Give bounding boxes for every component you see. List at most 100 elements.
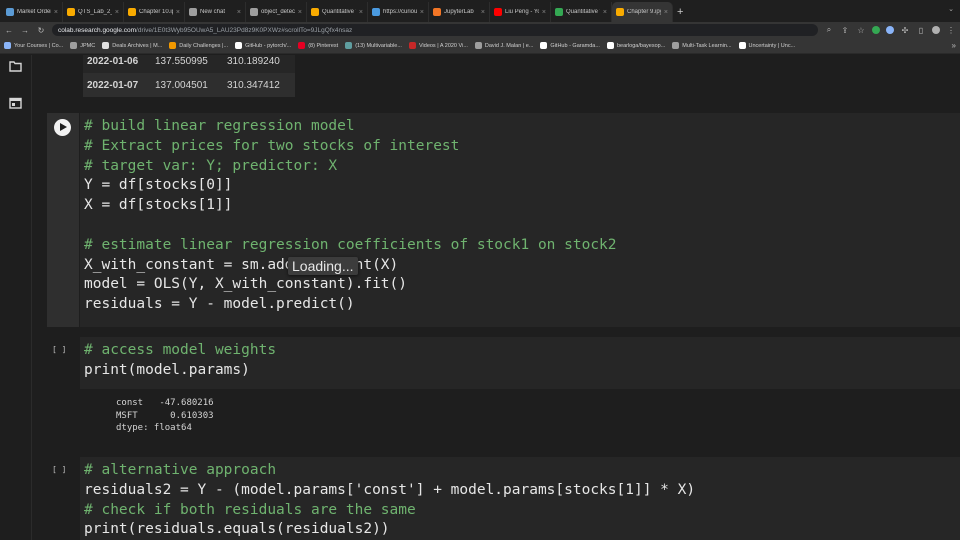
bookmark-item[interactable]: GitHub - Garamda...: [540, 42, 600, 49]
browser-tab[interactable]: Quantitative trad×: [551, 2, 612, 22]
tab-close-icon[interactable]: ×: [115, 9, 119, 16]
browser-tab[interactable]: New chat ×: [185, 2, 246, 22]
bookmark-favicon-icon: [738, 42, 746, 49]
cell-run-prompt[interactable]: [ ]: [52, 345, 66, 354]
bookmark-item[interactable]: Uncertainty | Unc...: [738, 42, 795, 49]
more-bookmarks-icon[interactable]: »: [952, 41, 956, 50]
tab-close-icon[interactable]: ×: [603, 9, 607, 16]
code-comment-line: # estimate linear regression coefficient…: [84, 236, 617, 253]
extensions-puzzle-icon[interactable]: ✣: [900, 26, 910, 35]
share-icon[interactable]: ⇪: [840, 26, 850, 35]
bookmark-label: GitHub - pytorch/...: [245, 42, 292, 49]
cell-output: const -47.680216 MSFT 0.610303 dtype: fl…: [116, 398, 214, 433]
table-row: 2022-01-07 137.004501 310.347412: [83, 73, 295, 97]
zoom-icon[interactable]: ⌕: [824, 25, 834, 35]
tab-favicon-icon: [6, 8, 14, 16]
bookmark-favicon-icon: [540, 42, 548, 49]
extension-icon[interactable]: [886, 26, 894, 34]
bookmark-label: Videos | A 2020 Vi...: [418, 42, 468, 49]
bookmark-label: Multi-Task Learnin...: [682, 42, 732, 49]
tab-label: https://curiously: [383, 9, 417, 15]
tab-close-icon[interactable]: ×: [237, 9, 241, 16]
cell-gutter: [47, 113, 79, 327]
tab-close-icon[interactable]: ×: [359, 9, 363, 16]
cell-run-prompt[interactable]: [ ]: [52, 465, 66, 474]
tab-close-icon[interactable]: ×: [481, 9, 485, 16]
browser-tab[interactable]: https://curiously×: [368, 2, 429, 22]
tab-label: Chapter 10.ipynb: [139, 9, 173, 15]
tab-label: New chat: [200, 9, 226, 15]
bookmark-item[interactable]: Deals Archives | M...: [102, 42, 162, 49]
bookmark-item[interactable]: Videos | A 2020 Vi...: [408, 42, 468, 49]
bookmarks-bar: Your Courses | Co... JPMC Deals Archives |…: [0, 38, 960, 54]
browser-tab[interactable]: Chapter 9.ipynb×: [612, 2, 673, 22]
browser-tab[interactable]: JupyterLab ×: [429, 2, 490, 22]
tab-search-icon[interactable]: ⌄: [948, 5, 954, 13]
tab-label: Chapter 9.ipynb: [627, 9, 661, 15]
extension-icon[interactable]: [872, 26, 880, 34]
new-tab-icon[interactable]: +: [677, 2, 683, 22]
code-comment-line: # access model weights: [84, 342, 277, 358]
table-cell: 137.004501: [155, 79, 208, 91]
browser-tab[interactable]: Liu Peng - YouTu×: [490, 2, 551, 22]
bookmark-label: JPMC: [80, 42, 96, 49]
browser-tab[interactable]: Chapter 10.ipynb×: [124, 2, 185, 22]
bookmark-item[interactable]: David J. Malan | e...: [474, 42, 533, 49]
bookmark-item[interactable]: JPMC: [70, 42, 95, 49]
files-folder-icon[interactable]: [9, 60, 22, 72]
bookmark-item[interactable]: bearloga/bayesop...: [606, 42, 666, 49]
cell-gutter: [ ]: [47, 457, 79, 540]
tab-favicon-icon: [372, 8, 380, 16]
bookmark-favicon-icon: [169, 42, 177, 49]
reload-icon[interactable]: ↻: [36, 26, 46, 35]
back-icon[interactable]: ←: [4, 26, 14, 35]
bookmark-item[interactable]: (13) Multivariable...: [345, 42, 402, 49]
bookmark-item[interactable]: Daily Challenges |...: [169, 42, 228, 49]
code-snippets-icon[interactable]: [9, 97, 22, 109]
notebook-area: 2022-01-06 137.550995 310.189240 2022-01-07…: [33, 55, 960, 540]
browser-tab[interactable]: Market Order Exe×: [2, 2, 63, 22]
code-cell[interactable]: [ ] # access model weights print(model.pa…: [47, 337, 960, 389]
code-editor[interactable]: # build linear regression model # Extract…: [80, 113, 960, 327]
bookmark-label: bearloga/bayesop...: [616, 42, 666, 49]
table-cell: 310.189240: [227, 55, 280, 67]
tab-close-icon[interactable]: ×: [176, 9, 180, 16]
code-cell[interactable]: [ ] # alternative approach residuals2 = Y…: [47, 457, 960, 540]
tab-close-icon[interactable]: ×: [298, 9, 302, 16]
tab-label: QTS_Lab_2_ans: [78, 9, 112, 15]
browser-menu-icon[interactable]: ⋮: [946, 26, 956, 35]
url-path: /drive/1E0t3Wyb95OUwA5_LAU23Pd8z9K0PXWz#…: [136, 26, 353, 34]
bookmark-item[interactable]: (8) Pinterest: [298, 42, 338, 49]
bookmark-item[interactable]: Multi-Task Learnin...: [672, 42, 732, 49]
code-line: model = OLS(Y, X_with_constant).fit(): [84, 276, 408, 293]
bookmark-favicon-icon: [70, 42, 78, 49]
bookmark-favicon-icon: [345, 42, 353, 49]
code-comment-line: # check if both residuals are the same: [84, 501, 416, 518]
browser-tab[interactable]: QTS_Lab_2_ans×: [63, 2, 124, 22]
url-input[interactable]: colab.research.google.com/drive/1E0t3Wyb…: [52, 24, 818, 36]
bookmark-item[interactable]: Your Courses | Co...: [4, 42, 63, 49]
tab-favicon-icon: [311, 8, 319, 16]
browser-tab[interactable]: object_detection×: [246, 2, 307, 22]
tab-close-icon[interactable]: ×: [664, 9, 668, 16]
tab-label: Market Order Exe: [17, 9, 51, 15]
bookmark-star-icon[interactable]: ☆: [856, 26, 866, 35]
tab-close-icon[interactable]: ×: [542, 9, 546, 16]
code-cell[interactable]: # build linear regression model # Extract…: [47, 113, 960, 327]
bookmark-label: Your Courses | Co...: [14, 42, 64, 49]
table-index-cell: 2022-01-06: [87, 55, 139, 67]
code-line: print(residuals.equals(residuals2)): [84, 521, 390, 538]
bookmark-favicon-icon: [235, 42, 243, 49]
bookmark-item[interactable]: GitHub - pytorch/...: [235, 42, 291, 49]
forward-icon[interactable]: →: [20, 26, 30, 35]
tab-favicon-icon: [555, 8, 563, 16]
code-editor[interactable]: # access model weights print(model.params…: [80, 337, 960, 389]
tab-close-icon[interactable]: ×: [54, 9, 58, 16]
browser-tab[interactable]: Quantitative tradi×: [307, 2, 368, 22]
sidebar-icon[interactable]: ▯: [916, 26, 926, 35]
run-cell-button[interactable]: [54, 119, 71, 136]
code-line: Y = df[stocks[0]]: [84, 177, 233, 194]
profile-avatar[interactable]: [932, 26, 940, 34]
code-editor[interactable]: # alternative approach residuals2 = Y - (…: [80, 457, 960, 540]
tab-close-icon[interactable]: ×: [420, 9, 424, 16]
